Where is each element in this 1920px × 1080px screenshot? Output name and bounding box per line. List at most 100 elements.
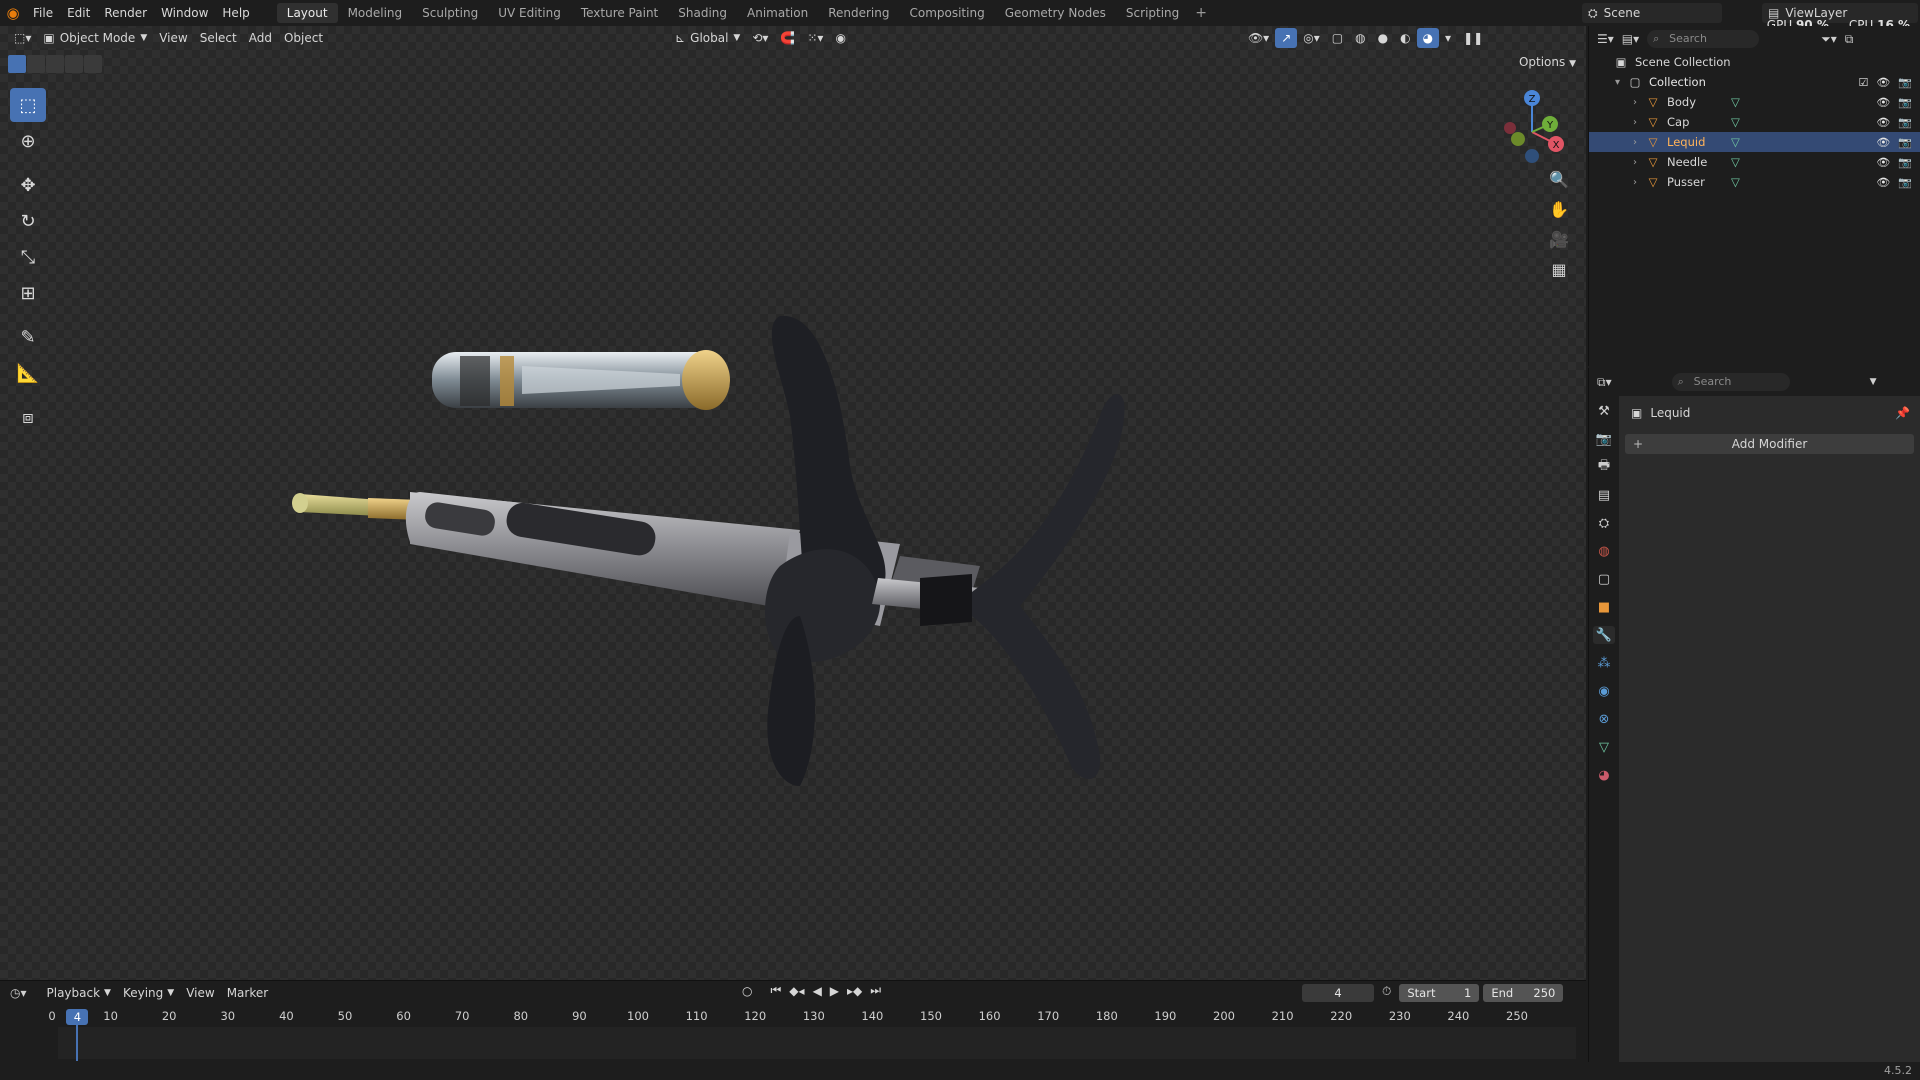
outliner-editor-icon[interactable]: ☰▾ — [1597, 32, 1614, 46]
scale-icon[interactable]: ⤡ — [10, 240, 46, 274]
new-collection-icon[interactable]: ⧉ — [1845, 32, 1854, 47]
tab-texture-paint[interactable]: Texture Paint — [571, 3, 668, 23]
current-frame-field[interactable]: 4 — [1302, 984, 1374, 1002]
tab-layout[interactable]: Layout — [276, 3, 338, 23]
menu-file[interactable]: File — [26, 0, 60, 26]
play-reverse-icon[interactable]: ◀ — [813, 984, 822, 998]
viewport-menu-select[interactable]: Select — [194, 28, 243, 48]
chevron-right-icon[interactable]: › — [1633, 177, 1645, 188]
jump-end-icon[interactable]: ⏭ — [870, 983, 881, 998]
blender-logo-icon[interactable]: ◉ — [0, 0, 26, 26]
snap-target-icon[interactable]: ⁙▾ — [801, 28, 829, 48]
add-cube-icon[interactable]: ⧈ — [10, 400, 46, 434]
tab-shading[interactable]: Shading — [668, 3, 737, 23]
outliner-item-body[interactable]: › ▽ Body ▽ 👁 📷 — [1589, 92, 1920, 112]
properties-search-input[interactable]: ⌕ Search — [1671, 373, 1790, 391]
eye-icon[interactable]: 👁 — [1876, 96, 1890, 109]
eye-icon[interactable]: 👁 — [1876, 136, 1890, 149]
tab-animation[interactable]: Animation — [737, 3, 818, 23]
cartridge-object[interactable] — [432, 350, 730, 410]
start-frame-field[interactable]: Start 1 — [1399, 984, 1480, 1002]
tab-uv-editing[interactable]: UV Editing — [488, 3, 571, 23]
transform-orientation-dropdown[interactable]: ⊾ Global ▼ — [669, 28, 746, 48]
chevron-right-icon[interactable]: › — [1633, 117, 1645, 128]
material-tab-icon[interactable]: ◕ — [1593, 766, 1615, 784]
visibility-icon[interactable]: 👁▾ — [1242, 28, 1275, 48]
viewport-menu-add[interactable]: Add — [243, 28, 278, 48]
outliner-item-lequid[interactable]: › ▽ Lequid ▽ 👁 📷 — [1589, 132, 1920, 152]
camera-render-icon[interactable]: 📷 — [1898, 96, 1912, 109]
chevron-down-icon[interactable]: ▼ — [1870, 377, 1877, 387]
physics-tab-icon[interactable]: ◉ — [1593, 682, 1615, 700]
object-mode-dropdown[interactable]: ▣ Object Mode ▼ — [37, 28, 154, 48]
mesh-data-icon[interactable]: ▽ — [1731, 115, 1740, 129]
timeline-track[interactable] — [58, 1027, 1576, 1059]
world-tab-icon[interactable]: ◍ — [1593, 542, 1615, 560]
shading-wireframe-icon[interactable]: ◍ — [1349, 28, 1371, 48]
chevron-right-icon[interactable]: › — [1633, 137, 1645, 148]
camera-render-icon[interactable]: 📷 — [1898, 156, 1912, 169]
tab-compositing[interactable]: Compositing — [899, 3, 994, 23]
scene-collection-row[interactable]: ▣ Scene Collection — [1589, 52, 1920, 72]
checkbox-icon[interactable]: ☑ — [1858, 76, 1868, 89]
menu-edit[interactable]: Edit — [60, 0, 97, 26]
prev-keyframe-icon[interactable]: ◆◂ — [789, 984, 804, 998]
object-tab-icon[interactable]: ■ — [1593, 598, 1615, 616]
transform-icon[interactable]: ⊞ — [10, 276, 46, 310]
camera-render-icon[interactable]: 📷 — [1898, 176, 1912, 189]
tool-tab-icon[interactable]: ⚒ — [1593, 402, 1615, 420]
output-tab-icon[interactable]: 🖶 — [1593, 458, 1615, 476]
menu-render[interactable]: Render — [97, 0, 154, 26]
camera-icon[interactable]: 🎥 — [1544, 226, 1574, 252]
camera-render-icon[interactable]: 📷 — [1898, 76, 1912, 89]
outliner-search-input[interactable]: ⌕ Search — [1647, 30, 1760, 48]
menu-help[interactable]: Help — [215, 0, 256, 26]
mesh-data-icon[interactable]: ▽ — [1731, 175, 1740, 189]
viewport-menu-object[interactable]: Object — [278, 28, 329, 48]
playhead-line[interactable] — [76, 1025, 79, 1061]
view-layer-tab-icon[interactable]: ▤ — [1593, 486, 1615, 504]
snap-icon[interactable]: 🧲 — [774, 28, 801, 48]
rotate-icon[interactable]: ↻ — [10, 204, 46, 238]
3d-viewport[interactable]: ⬚▾ ▣ Object Mode ▼ View Select Add Objec… — [0, 26, 1586, 980]
outliner-item-pusser[interactable]: › ▽ Pusser ▽ 👁 📷 — [1589, 172, 1920, 192]
constraints-tab-icon[interactable]: ⊗ — [1593, 710, 1615, 728]
proportional-edit-icon[interactable]: ◉ — [829, 28, 851, 48]
modifiers-tab-icon[interactable]: 🔧 — [1593, 626, 1615, 644]
auto-keying-icon[interactable]: ○ — [742, 984, 752, 998]
editor-type-button[interactable]: ⬚▾ — [8, 28, 37, 48]
timeline-menu-keying[interactable]: Keying ▼ — [117, 983, 180, 1003]
eye-icon[interactable]: 👁 — [1876, 76, 1890, 89]
needle-object[interactable] — [292, 493, 420, 520]
navigation-gizmo[interactable]: Z X Y — [1490, 84, 1580, 174]
eye-icon[interactable]: 👁 — [1876, 176, 1890, 189]
perspective-grid-icon[interactable]: ▦ — [1544, 256, 1574, 282]
cursor-icon[interactable]: ⊕ — [10, 124, 46, 158]
syringe-model[interactable] — [260, 316, 1360, 836]
timeline-menu-playback[interactable]: Playback ▼ — [41, 983, 117, 1003]
shading-options-icon[interactable]: ▾ — [1439, 28, 1457, 48]
tab-sculpting[interactable]: Sculpting — [412, 3, 488, 23]
properties-editor-icon[interactable]: ⧉▾ — [1597, 375, 1612, 390]
mesh-data-icon[interactable]: ▽ — [1731, 95, 1740, 109]
add-modifier-button[interactable]: + Add Modifier — [1625, 434, 1914, 454]
jump-start-icon[interactable]: ⏮ — [770, 983, 781, 998]
timeline-editor-icon[interactable]: ◷▾ — [10, 986, 27, 1000]
shading-rendered-icon[interactable]: ◕ — [1416, 28, 1440, 48]
play-icon[interactable]: ▶ — [830, 984, 839, 998]
select-extend-icon[interactable] — [27, 55, 45, 73]
scene-selector[interactable]: ⛭ Scene — [1582, 3, 1722, 23]
chevron-right-icon[interactable]: › — [1633, 97, 1645, 108]
select-new-icon[interactable] — [8, 55, 26, 73]
pusser-object[interactable] — [872, 394, 1125, 780]
frame-ruler[interactable]: 0 10 20 30 40 50 60 70 80 90 100 110 120 130 140 150 160… — [0, 1007, 1586, 1027]
tab-modeling[interactable]: Modeling — [338, 3, 413, 23]
data-tab-icon[interactable]: ▽ — [1593, 738, 1615, 756]
timeline-menu-view[interactable]: View — [180, 983, 220, 1003]
move-icon[interactable]: ✥ — [10, 168, 46, 202]
select-subtract-icon[interactable] — [46, 55, 64, 73]
options-dropdown[interactable]: Options ▼ — [1519, 55, 1576, 69]
mesh-data-icon[interactable]: ▽ — [1731, 135, 1740, 149]
eye-icon[interactable]: 👁 — [1876, 156, 1890, 169]
pause-render-icon[interactable]: ❚❚ — [1457, 28, 1489, 48]
